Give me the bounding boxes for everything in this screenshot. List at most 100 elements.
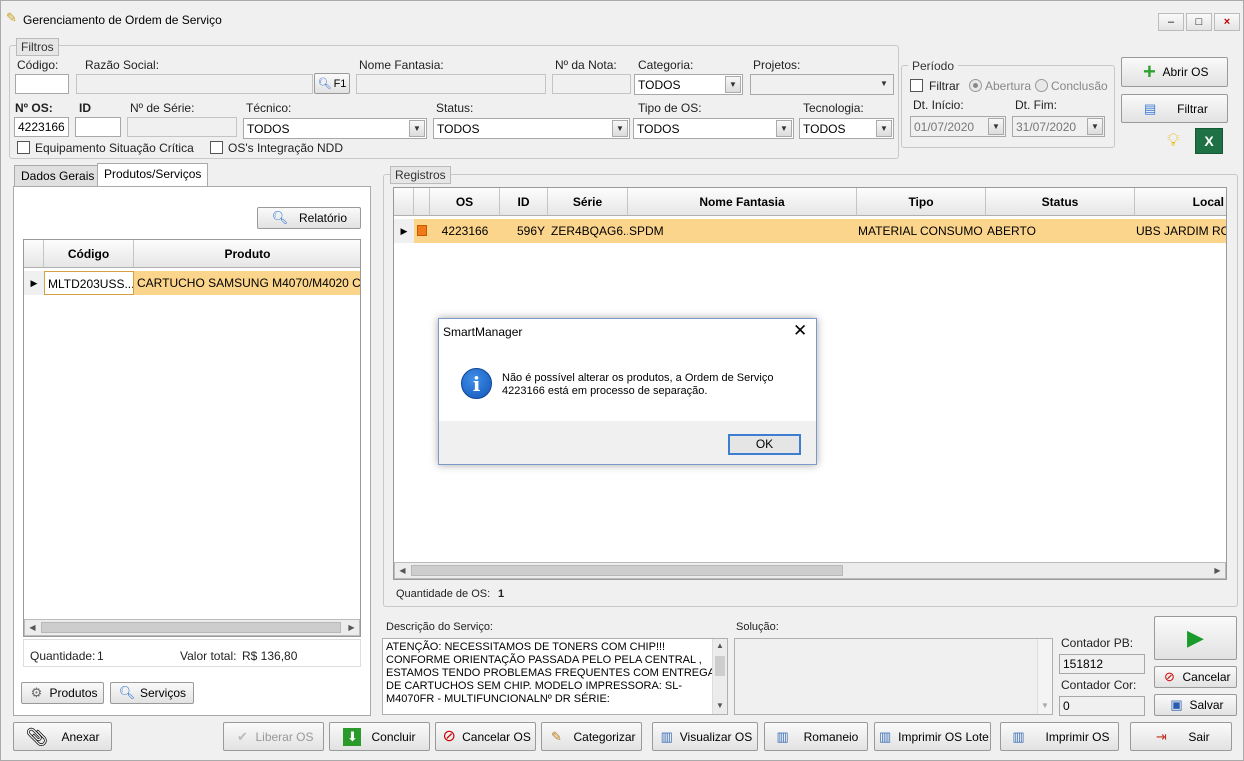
column-header-os[interactable]: OS [430, 188, 500, 216]
column-header-tipo[interactable]: Tipo [857, 188, 986, 216]
nome-fantasia-input[interactable] [356, 74, 546, 94]
column-header-produto[interactable]: Produto [134, 240, 360, 268]
critica-label: Equipamento Situação Crítica [35, 141, 194, 155]
lightbulb-icon[interactable]: 💡︎ [1167, 130, 1180, 151]
cancel-icon: ⊘ [1164, 669, 1175, 684]
codigo-input[interactable] [15, 74, 69, 94]
column-header-id[interactable]: ID [500, 188, 548, 216]
chevron-down-icon: ▼ [725, 76, 741, 93]
conclusao-radio[interactable] [1035, 79, 1048, 92]
nos-input[interactable]: 4223166 [14, 117, 69, 137]
periodo-filtrar-checkbox[interactable] [910, 79, 923, 92]
critica-checkbox[interactable] [17, 141, 30, 154]
projetos-select[interactable]: ▼ [750, 74, 894, 95]
dialog-message-line: Não é possível alterar os produtos, a Or… [502, 372, 774, 384]
ndd-checkbox[interactable] [210, 141, 223, 154]
excel-icon[interactable]: X [1195, 128, 1223, 154]
abrir-os-button[interactable]: + Abrir OS [1121, 57, 1228, 87]
id-input[interactable] [75, 117, 121, 137]
cell-id[interactable]: 596Y [500, 219, 548, 243]
solucao-vscrollbar[interactable]: ▼ [1037, 639, 1052, 714]
nota-input[interactable] [552, 74, 631, 94]
grid-row-header [394, 188, 414, 216]
salvar-button[interactable]: ▣ Salvar [1154, 694, 1237, 716]
column-header-nome-fantasia[interactable]: Nome Fantasia [628, 188, 857, 216]
abertura-radio[interactable] [969, 79, 982, 92]
tipo-os-select[interactable]: TODOS ▼ [633, 118, 794, 139]
descricao-textarea[interactable]: ATENÇÃO: NECESSITAMOS DE TONERS COM CHIP… [382, 638, 728, 715]
tecnico-select[interactable]: TODOS ▼ [243, 118, 427, 139]
produtos-hscrollbar[interactable]: ◀ ▶ [24, 619, 360, 636]
cell-local[interactable]: UBS JARDIM ROS [1133, 219, 1226, 243]
scroll-right-icon[interactable]: ▶ [344, 620, 359, 635]
produtos-button[interactable]: ⚙ Produtos [21, 682, 104, 704]
dt-fim-picker[interactable]: 31/07/2020 ▼ [1012, 116, 1105, 137]
scroll-left-icon[interactable]: ◀ [25, 620, 40, 635]
cell-status[interactable]: ABERTO [984, 219, 1135, 243]
row-pointer-icon: ▶ [394, 219, 414, 243]
cancel-icon: ⊘ [442, 727, 456, 745]
tecnologia-select[interactable]: TODOS ▼ [799, 118, 894, 139]
categoria-select[interactable]: TODOS ▼ [634, 74, 743, 95]
cancelar-button[interactable]: ⊘ Cancelar [1154, 666, 1237, 688]
check-icon: ✔ [237, 728, 248, 744]
scroll-right-icon[interactable]: ▶ [1210, 563, 1225, 578]
filtrar-button[interactable]: ▤ Filtrar [1121, 94, 1228, 123]
cell-nome-fantasia[interactable]: SPDM [626, 219, 855, 243]
column-header-codigo[interactable]: Código [44, 240, 134, 268]
column-header-serie[interactable]: Série [548, 188, 628, 216]
contador-pb-input[interactable]: 151812 [1059, 654, 1145, 674]
scroll-thumb[interactable] [411, 565, 843, 576]
tab-produtos-servicos[interactable]: Produtos/Serviços [97, 163, 209, 187]
imprimir-os-lote-button[interactable]: ▥ Imprimir OS Lote [874, 722, 991, 751]
f1-search-button[interactable]: 🔍︎ F1 [314, 73, 350, 94]
descricao-vscrollbar[interactable]: ▲ ▼ [712, 639, 727, 714]
descricao-line: ESTAMOS TENDO PROBLEMAS FREQUENTES COM E… [386, 667, 716, 679]
cell-os[interactable]: 4223166 [430, 219, 500, 243]
concluir-button[interactable]: ⬇ Concluir [329, 722, 430, 751]
servicos-button[interactable]: 🔍︎ Serviços [110, 682, 194, 704]
cell-produto[interactable]: CARTUCHO SAMSUNG M4070/M4020 CP [134, 271, 360, 295]
tab-dados-gerais[interactable]: Dados Gerais [14, 165, 102, 187]
scroll-down-icon[interactable]: ▼ [713, 699, 727, 712]
projetos-label: Projetos: [753, 58, 801, 72]
cancelar-os-button[interactable]: ⊘ Cancelar OS [435, 722, 536, 751]
razao-social-input[interactable] [76, 74, 313, 94]
romaneio-button[interactable]: ▥ Romaneio [764, 722, 868, 751]
contador-cor-input[interactable]: 0 [1059, 696, 1145, 716]
descricao-line: M4070FR - MULTIFUNCIONALNº DR SÉRIE: [386, 693, 610, 705]
categorizar-button[interactable]: ✎ Categorizar [541, 722, 642, 751]
cell-tipo[interactable]: MATERIAL CONSUMO [855, 219, 986, 243]
app-icon: ✎ [6, 10, 17, 25]
visualizar-os-button[interactable]: ▥ Visualizar OS [652, 722, 758, 751]
sair-button[interactable]: ⇥ Sair [1130, 722, 1232, 751]
dialog-close-icon[interactable]: ✕ [793, 321, 807, 341]
cell-serie[interactable]: ZER4BQAG6... [548, 219, 628, 243]
solucao-textarea[interactable]: ▼ [734, 638, 1053, 715]
dt-inicio-picker[interactable]: 01/07/2020 ▼ [910, 116, 1006, 137]
maximize-button[interactable]: □ [1186, 13, 1212, 31]
close-window-button[interactable]: × [1214, 13, 1240, 31]
scroll-thumb[interactable] [41, 622, 341, 633]
status-select[interactable]: TODOS ▼ [433, 118, 630, 139]
executar-button[interactable]: ▶ [1154, 616, 1237, 660]
scroll-up-icon[interactable]: ▲ [713, 639, 727, 652]
table-row[interactable]: ▶ 4223166 596Y ZER4BQAG6... SPDM MATERIA… [394, 219, 1226, 243]
nota-label: Nº da Nota: [555, 58, 617, 72]
minimize-button[interactable]: – [1158, 13, 1184, 31]
scroll-thumb[interactable] [715, 656, 725, 676]
imprimir-os-button[interactable]: ▥ Imprimir OS [1000, 722, 1119, 751]
cell-codigo[interactable]: MLTD203USS... [44, 271, 134, 295]
anexar-button[interactable]: 📎︎ Anexar [13, 722, 112, 751]
table-row[interactable]: ▶ MLTD203USS... CARTUCHO SAMSUNG M4070/M… [24, 271, 360, 295]
registros-hscrollbar[interactable]: ◀ ▶ [394, 562, 1226, 579]
scroll-down-icon[interactable]: ▼ [1038, 699, 1052, 712]
column-header-status[interactable]: Status [986, 188, 1135, 216]
column-header-local[interactable]: Local [1135, 188, 1226, 216]
ok-button[interactable]: OK [728, 434, 801, 455]
serie-input[interactable] [127, 117, 237, 137]
scroll-left-icon[interactable]: ◀ [395, 563, 410, 578]
exit-door-icon: ⇥ [1155, 728, 1167, 744]
liberar-os-button[interactable]: ✔ Liberar OS [223, 722, 324, 751]
relatorio-button[interactable]: 🔍︎ Relatório [257, 207, 361, 229]
